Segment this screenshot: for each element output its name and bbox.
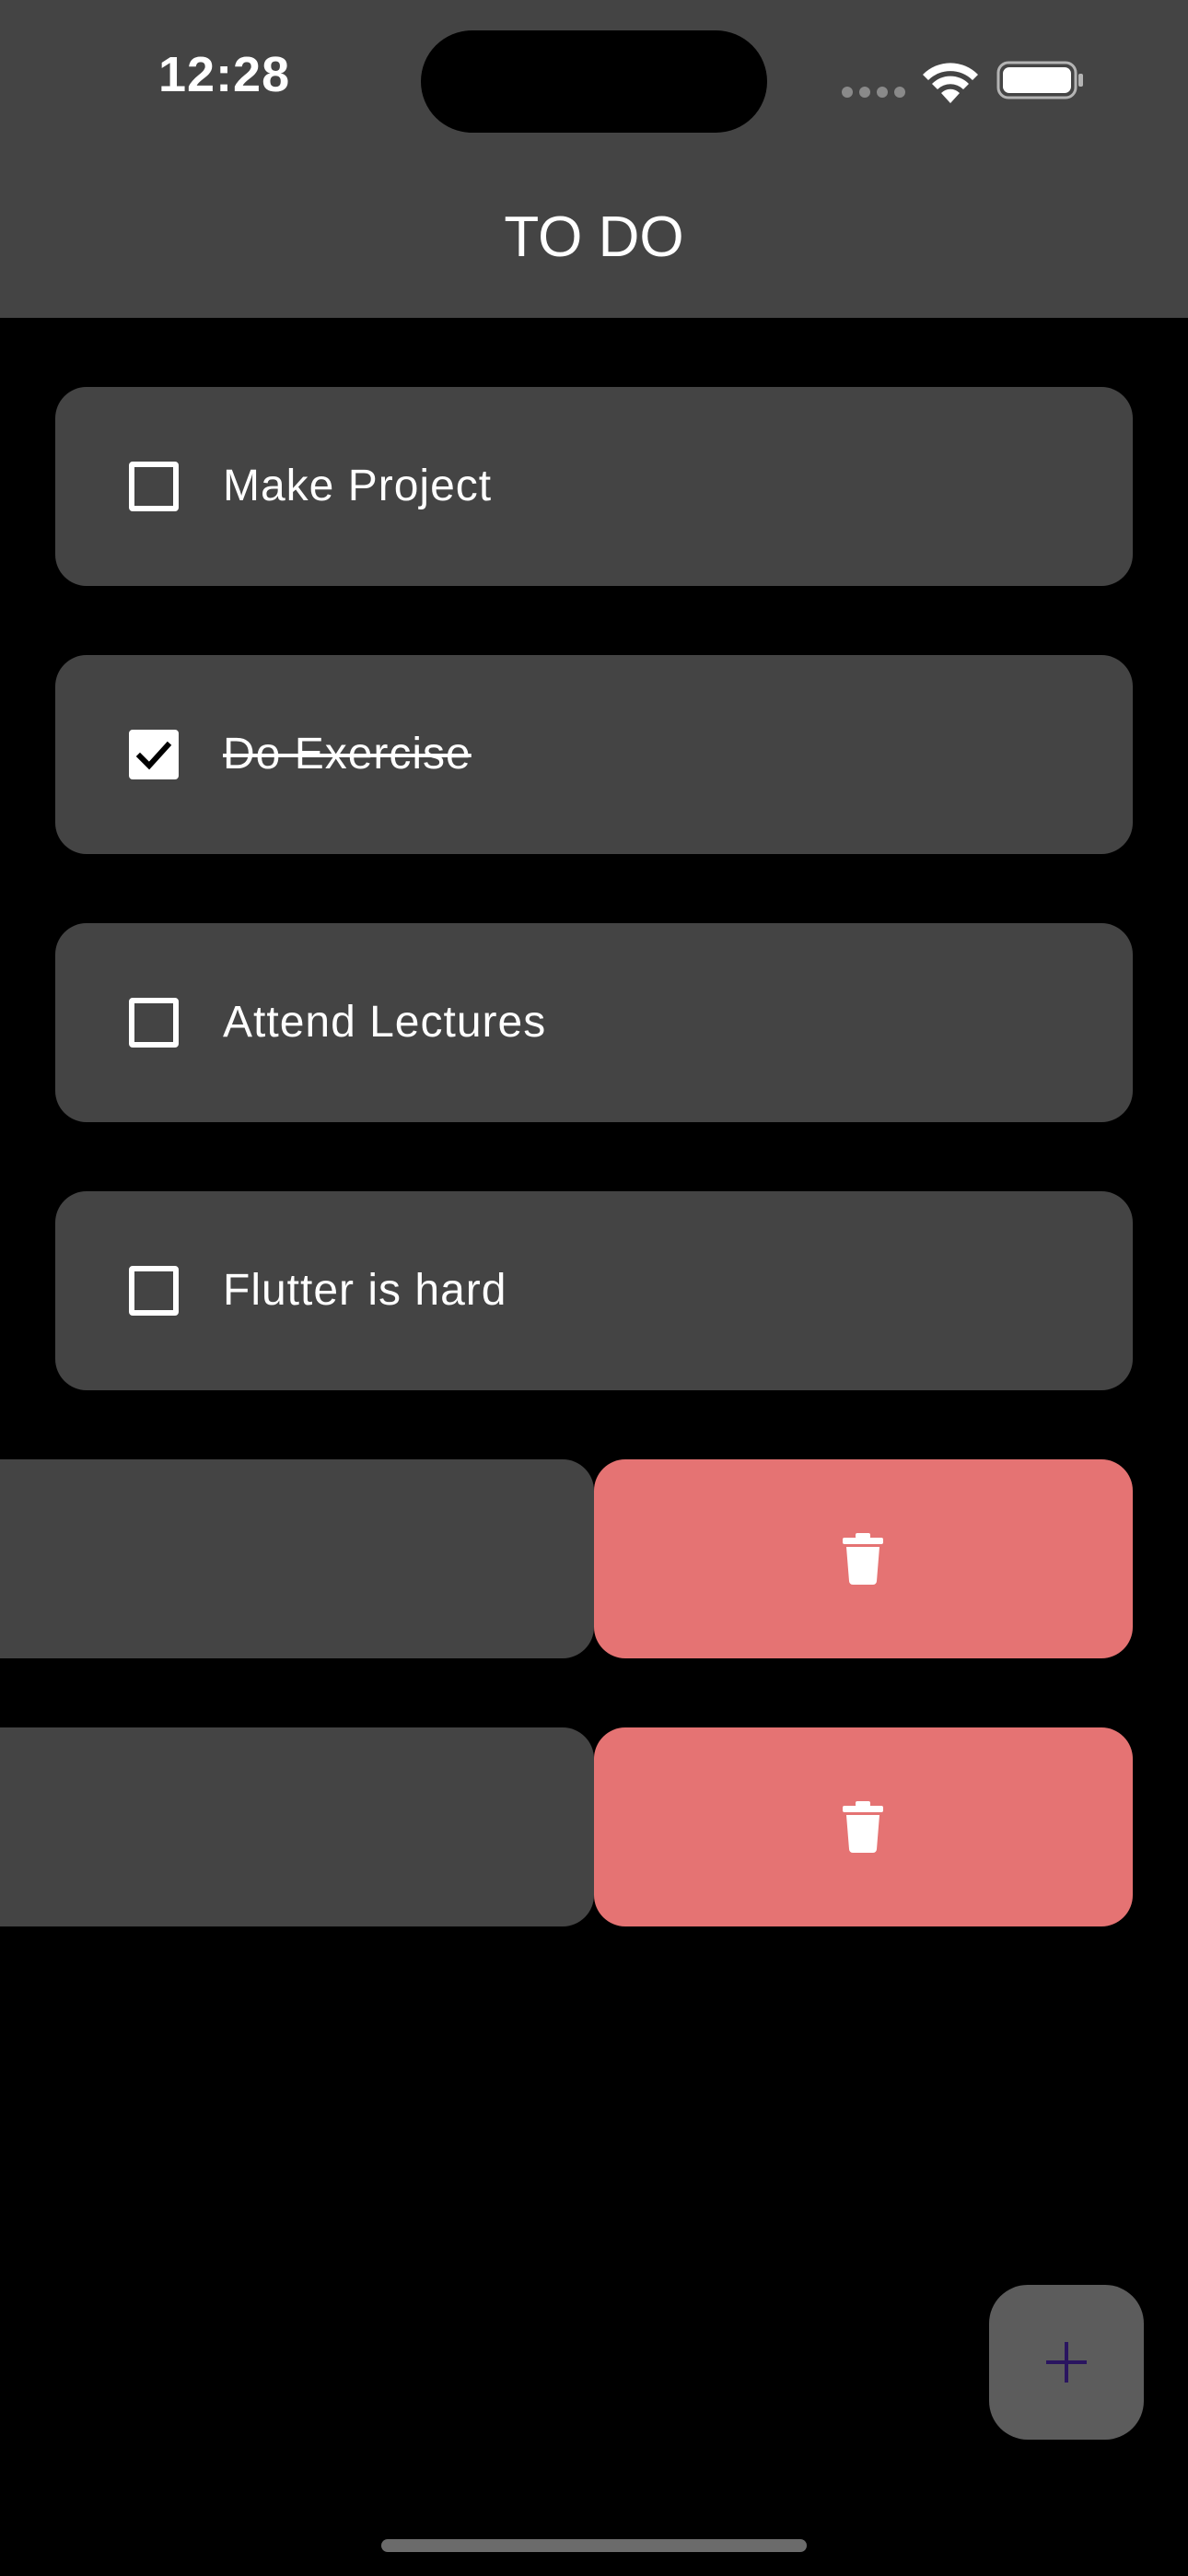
todo-checkbox[interactable] bbox=[129, 730, 179, 779]
todo-item[interactable]: Make Project bbox=[55, 387, 1133, 586]
delete-button[interactable] bbox=[594, 1459, 1133, 1658]
todo-checkbox[interactable] bbox=[129, 1266, 179, 1316]
todo-label: Flutter is hard bbox=[223, 1266, 507, 1315]
todo-item[interactable]: Flutter is hard bbox=[55, 1191, 1133, 1390]
todo-label: Attend Lectures bbox=[223, 998, 547, 1047]
trash-icon bbox=[843, 1801, 883, 1853]
swiped-todo-row[interactable] bbox=[0, 1459, 1188, 1658]
delete-button[interactable] bbox=[594, 1727, 1133, 1926]
add-todo-button[interactable] bbox=[989, 2285, 1144, 2440]
checkmark-icon bbox=[135, 741, 172, 770]
status-time: 12:28 bbox=[158, 47, 291, 102]
swiped-todo-card[interactable] bbox=[0, 1459, 594, 1658]
todo-label: Do Exercise bbox=[223, 730, 472, 779]
dynamic-island bbox=[421, 30, 767, 133]
battery-icon bbox=[996, 59, 1085, 101]
trash-icon bbox=[843, 1533, 883, 1585]
swiped-todo-card[interactable] bbox=[0, 1727, 594, 1926]
plus-icon bbox=[1046, 2342, 1087, 2383]
cellular-signal-icon bbox=[842, 87, 906, 100]
todo-checkbox[interactable] bbox=[129, 998, 179, 1048]
wifi-icon bbox=[921, 57, 980, 103]
app-bar: 12:28 TO DO bbox=[0, 0, 1188, 318]
todo-item[interactable]: Do Exercise bbox=[55, 655, 1133, 854]
todo-screen: 12:28 TO DO Make Project Do Exercise Att… bbox=[0, 0, 1188, 2576]
page-title: TO DO bbox=[504, 205, 684, 269]
todo-item[interactable]: Attend Lectures bbox=[55, 923, 1133, 1122]
swiped-todo-row[interactable] bbox=[0, 1727, 1188, 1926]
home-indicator[interactable] bbox=[381, 2539, 807, 2552]
todo-checkbox[interactable] bbox=[129, 462, 179, 511]
todo-label: Make Project bbox=[223, 462, 493, 510]
